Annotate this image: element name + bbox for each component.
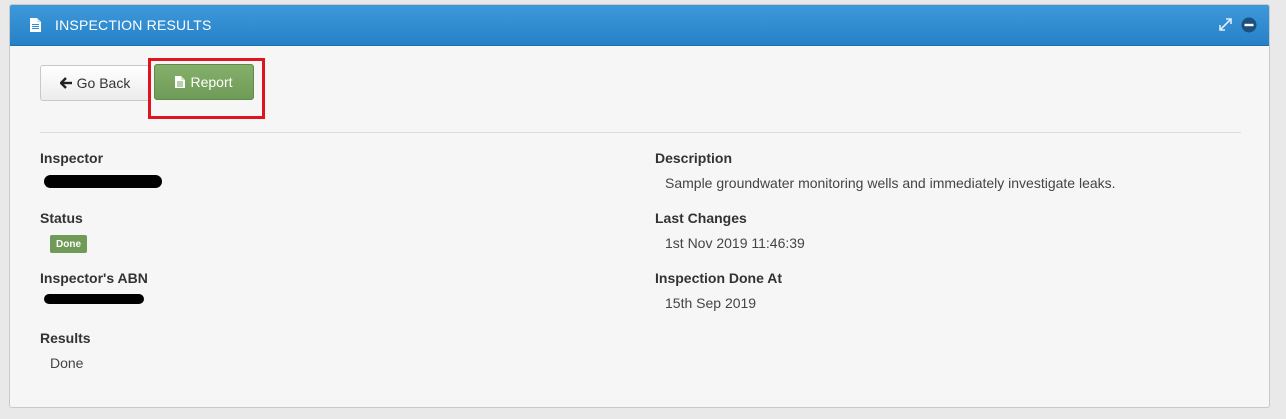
panel-title: INSPECTION RESULTS: [55, 17, 212, 33]
status-badge: Done: [50, 235, 87, 253]
document-icon: [30, 18, 41, 32]
inspection-results-panel: INSPECTION RESULTS Go Back Report Inspec…: [9, 4, 1270, 408]
divider: [40, 132, 1241, 133]
description-label: Description: [655, 150, 733, 166]
report-label: Report: [190, 74, 233, 90]
last-changes-label: Last Changes: [655, 210, 747, 226]
inspector-label: Inspector: [40, 150, 104, 166]
expand-icon[interactable]: [1217, 16, 1234, 33]
arrow-left-icon: [59, 77, 72, 89]
status-label: Status: [40, 210, 83, 226]
inspection-done-at-label: Inspection Done At: [655, 270, 783, 286]
go-back-label: Go Back: [76, 75, 131, 91]
panel-tools: [1217, 16, 1257, 33]
panel-header: INSPECTION RESULTS: [10, 5, 1269, 46]
go-back-button[interactable]: Go Back: [40, 65, 150, 101]
file-icon: [175, 76, 186, 88]
description-value: Sample groundwater monitoring wells and …: [665, 175, 1116, 191]
results-value: Done: [50, 355, 84, 371]
abn-label: Inspector's ABN: [40, 270, 148, 286]
results-label: Results: [40, 330, 91, 346]
minimize-icon[interactable]: [1240, 16, 1257, 33]
inspector-name-redacted: [44, 175, 162, 188]
last-changes-value: 1st Nov 2019 11:46:39: [665, 235, 805, 251]
report-button[interactable]: Report: [154, 64, 254, 100]
abn-value-redacted: [44, 294, 144, 304]
inspection-done-at-value: 15th Sep 2019: [665, 295, 757, 311]
